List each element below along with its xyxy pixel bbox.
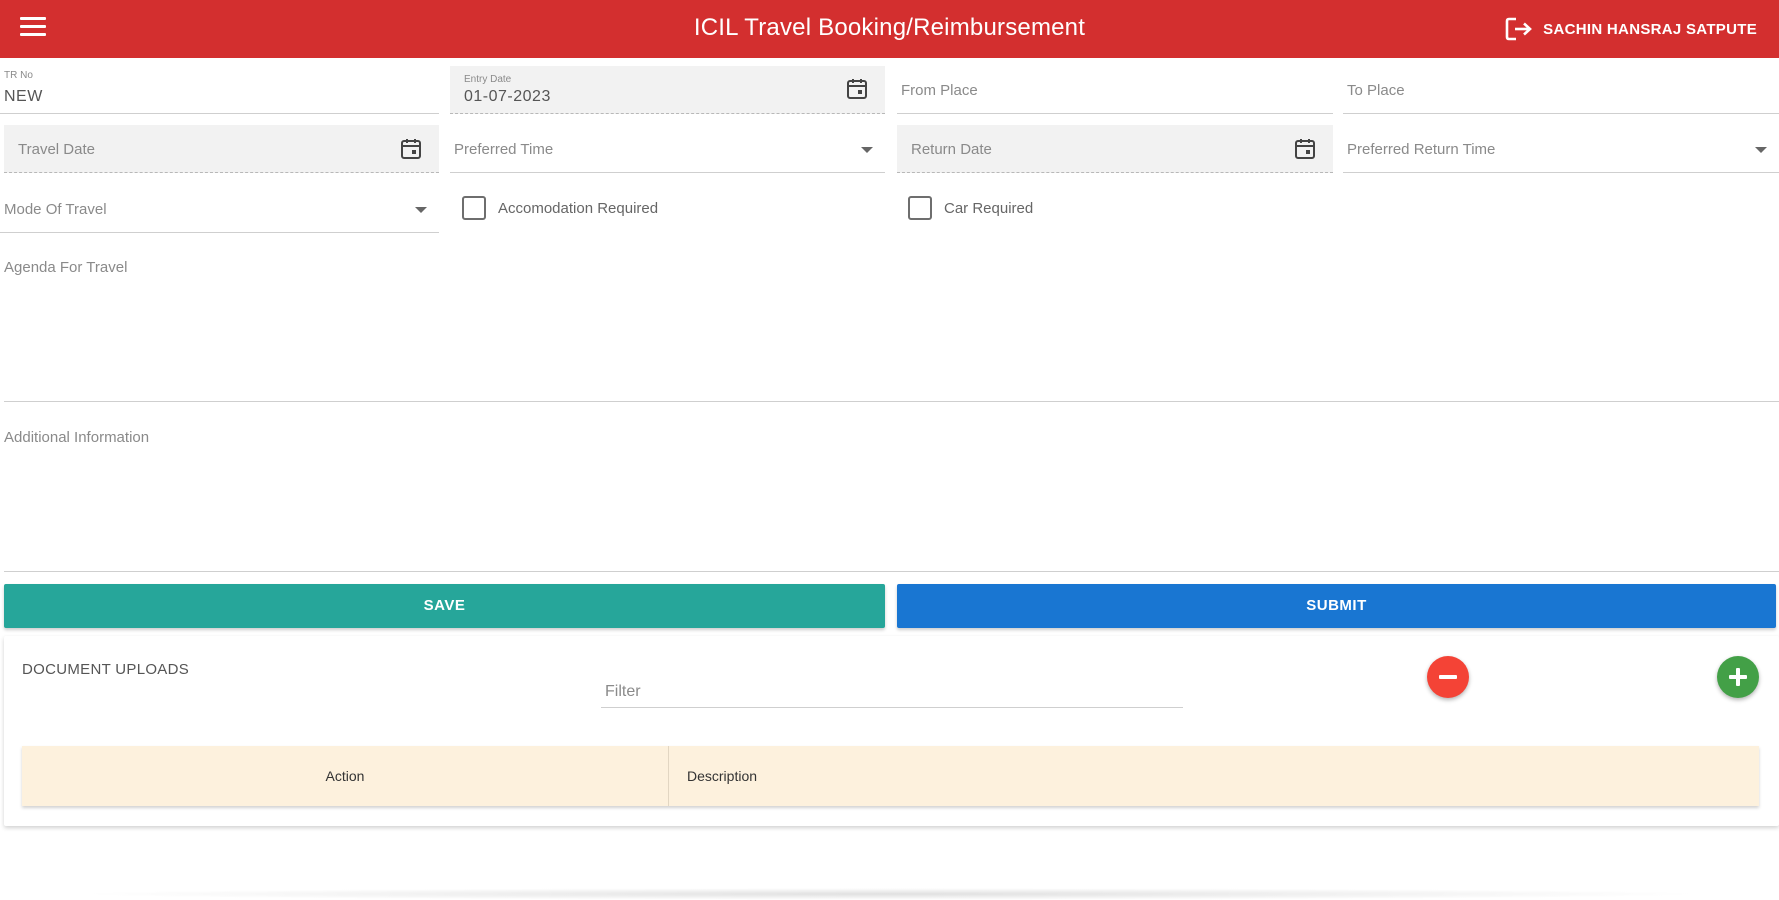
minus-icon <box>1439 675 1457 679</box>
tr-no-label: TR No <box>4 70 33 81</box>
to-place-label: To Place <box>1347 82 1405 99</box>
menu-icon[interactable] <box>20 17 46 41</box>
document-uploads-title: DOCUMENT UPLOADS <box>22 661 190 678</box>
preferred-return-time-select[interactable]: Preferred Return Time <box>1343 121 1779 173</box>
logout-button[interactable]: SACHIN HANSRAJ SATPUTE <box>1505 16 1757 42</box>
documents-table-header: Action Description <box>22 746 1759 806</box>
agenda-textarea[interactable] <box>4 250 1779 400</box>
column-header-action[interactable]: Action <box>22 746 669 806</box>
plus-icon <box>1729 668 1747 686</box>
car-required-label: Car Required <box>944 199 1034 217</box>
chevron-down-icon <box>861 147 873 153</box>
car-required-checkbox[interactable]: Car Required <box>908 196 1033 220</box>
accomodation-required-checkbox[interactable]: Accomodation Required <box>462 196 658 220</box>
additional-info-textarea[interactable] <box>4 420 1779 570</box>
tr-no-value: NEW <box>4 88 43 105</box>
entry-date-label: Entry Date <box>464 74 512 85</box>
calendar-icon[interactable] <box>845 77 869 101</box>
checkbox-box[interactable] <box>908 196 932 220</box>
chevron-down-icon <box>415 207 427 213</box>
additional-info-underline <box>4 571 1779 572</box>
entry-date-value: 01-07-2023 <box>464 88 551 105</box>
entry-date-field[interactable]: Entry Date 01-07-2023 <box>450 66 885 114</box>
logout-icon <box>1505 17 1533 41</box>
tr-no-field: TR No NEW <box>0 62 439 114</box>
filter-input[interactable] <box>601 676 1183 707</box>
from-place-field[interactable]: From Place <box>897 62 1333 114</box>
remove-document-button[interactable] <box>1427 656 1469 698</box>
from-place-label: From Place <box>901 82 978 99</box>
document-uploads-card: DOCUMENT UPLOADS Action Description <box>4 636 1779 826</box>
travel-date-label: Travel Date <box>18 141 95 158</box>
preferred-time-select[interactable]: Preferred Time <box>450 121 885 173</box>
return-date-label: Return Date <box>911 141 992 158</box>
agenda-underline <box>4 401 1779 402</box>
filter-field <box>601 676 1183 708</box>
calendar-icon[interactable] <box>1293 137 1317 161</box>
mode-of-travel-label: Mode Of Travel <box>4 201 107 218</box>
column-header-description[interactable]: Description <box>669 746 757 806</box>
preferred-time-label: Preferred Time <box>454 141 554 158</box>
chevron-down-icon <box>1755 147 1767 153</box>
submit-button[interactable]: SUBMIT <box>897 584 1776 628</box>
travel-date-field[interactable]: Travel Date <box>4 125 439 173</box>
accomodation-required-label: Accomodation Required <box>498 199 659 217</box>
mode-of-travel-select[interactable]: Mode Of Travel <box>0 181 439 233</box>
return-date-field[interactable]: Return Date <box>897 125 1333 173</box>
user-name: SACHIN HANSRAJ SATPUTE <box>1543 20 1757 38</box>
bottom-shadow <box>70 888 1710 900</box>
app-bar: ICIL Travel Booking/Reimbursement SACHIN… <box>0 0 1779 58</box>
calendar-icon[interactable] <box>399 137 423 161</box>
to-place-field[interactable]: To Place <box>1343 62 1779 114</box>
preferred-return-time-label: Preferred Return Time <box>1347 141 1496 158</box>
add-document-button[interactable] <box>1717 656 1759 698</box>
save-button[interactable]: SAVE <box>4 584 885 628</box>
checkbox-box[interactable] <box>462 196 486 220</box>
